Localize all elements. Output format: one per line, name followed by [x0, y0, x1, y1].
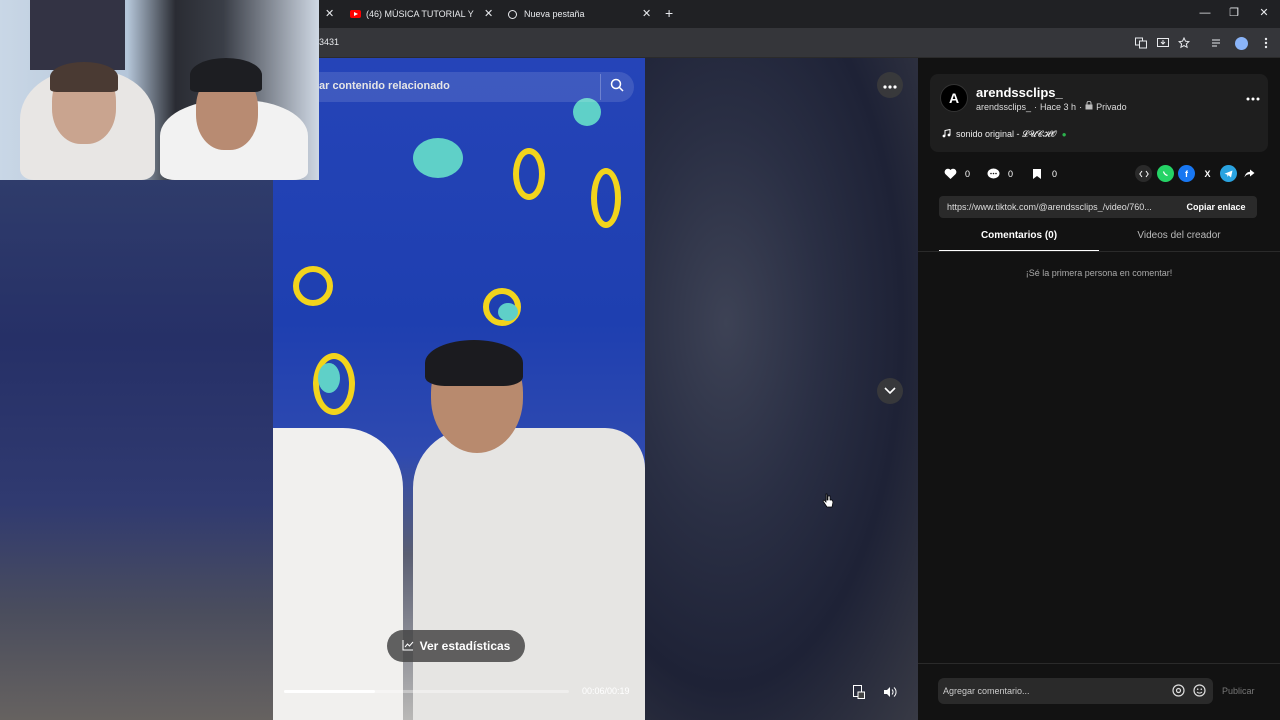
mouse-cursor-icon: [822, 493, 834, 513]
details-panel: A arendssclips_ arendssclips_ · Hace 3 h…: [918, 58, 1280, 720]
translate-icon[interactable]: [1133, 35, 1149, 51]
comment-placeholder: Agregar comentario...: [943, 686, 1030, 696]
video-more-button[interactable]: [877, 72, 903, 98]
volume-icon[interactable]: [880, 682, 900, 702]
globe-icon: [508, 9, 517, 19]
youtube-icon: [350, 10, 361, 18]
post-time: Hace 3 h: [1040, 101, 1077, 112]
tab-comments[interactable]: Comentarios (0): [939, 230, 1099, 252]
progress-fill: [284, 690, 376, 693]
save-count: 0: [1052, 169, 1058, 179]
close-window-button[interactable]: ✕: [1254, 4, 1274, 22]
tab-new-tab[interactable]: Nueva pestaña ✕: [508, 3, 658, 25]
more-options-button[interactable]: [1246, 88, 1260, 104]
sound-link[interactable]: sonido original - 𝓛𝓤𝓒𝓗𝓞 ●: [942, 128, 1067, 140]
comment-count: 0: [1008, 169, 1014, 179]
reading-list-icon[interactable]: [1209, 35, 1225, 51]
mention-icon[interactable]: [1172, 684, 1185, 702]
creator-card: A arendssclips_ arendssclips_ · Hace 3 h…: [930, 74, 1268, 152]
chart-icon: [402, 639, 414, 654]
share-arrow-icon[interactable]: [1241, 165, 1258, 182]
browser-menu-icon[interactable]: [1258, 35, 1274, 51]
bookmark-star-icon[interactable]: [1176, 35, 1192, 51]
curtain-pattern: [513, 148, 545, 200]
publish-button[interactable]: Publicar: [1222, 686, 1255, 696]
curtain-pattern: [573, 98, 601, 126]
x-icon[interactable]: X: [1199, 165, 1216, 182]
tab-creator-videos[interactable]: Videos del creador: [1099, 230, 1259, 252]
pip-icon[interactable]: [849, 682, 869, 702]
bookmark-icon: [1029, 166, 1045, 182]
time-display: 00:06/00:19: [582, 686, 630, 696]
search-icon: [610, 78, 624, 97]
tab-label: (46) MÚSICA TUTORIAL YUYA S: [366, 9, 474, 19]
save-button[interactable]: 0: [1029, 166, 1057, 182]
creator-display-name[interactable]: arendssclips_: [976, 85, 1063, 100]
creator-meta: arendssclips_ · Hace 3 h · Privado: [976, 100, 1127, 112]
curtain-pattern: [293, 266, 333, 306]
avatar-letter: A: [948, 90, 960, 106]
search-input[interactable]: ar contenido relacionado: [319, 80, 450, 92]
video-link-box: https://www.tiktok.com/@arendssclips_/vi…: [939, 196, 1257, 218]
empty-comments-message: ¡Sé la primera persona en comentar!: [1025, 268, 1173, 278]
divider: [918, 663, 1280, 664]
tab-close-button[interactable]: ✕: [325, 3, 334, 25]
person-left: [273, 428, 403, 720]
divider: [918, 251, 1280, 252]
person-cap: [425, 340, 523, 386]
copy-link-button[interactable]: Copiar enlace: [1175, 196, 1257, 218]
emoji-icon[interactable]: [1193, 684, 1206, 702]
embed-icon[interactable]: [1135, 165, 1152, 182]
comment-input[interactable]: Agregar comentario...: [938, 678, 1213, 704]
meta-separator: ·: [1034, 101, 1038, 112]
whatsapp-icon[interactable]: [1157, 165, 1174, 182]
comment-button[interactable]: 0: [985, 166, 1013, 182]
telegram-icon[interactable]: [1220, 165, 1237, 182]
video-player[interactable]: [273, 58, 645, 720]
curtain-pattern: [498, 303, 518, 321]
like-count: 0: [965, 169, 971, 179]
person-shirt: [413, 428, 645, 720]
curtain-pattern: [318, 363, 340, 393]
progress-bar[interactable]: [284, 690, 569, 693]
minimize-button[interactable]: —: [1195, 4, 1215, 22]
tab-youtube[interactable]: (46) MÚSICA TUTORIAL YUYA S ✕: [350, 3, 498, 25]
heart-icon: [942, 166, 958, 182]
restore-button[interactable]: ❐: [1224, 4, 1244, 22]
tab-label: Nueva pestaña: [524, 9, 585, 19]
blurred-background: [0, 178, 274, 720]
video-link-url[interactable]: https://www.tiktok.com/@arendssclips_/vi…: [947, 202, 1173, 212]
shelf: [30, 0, 125, 70]
next-video-button[interactable]: [877, 378, 903, 404]
view-stats-label: Ver estadísticas: [419, 639, 511, 653]
new-tab-button[interactable]: +: [665, 5, 673, 21]
facebook-icon[interactable]: f: [1178, 165, 1195, 182]
webcam-hair-left: [50, 62, 118, 92]
profile-avatar[interactable]: [1233, 35, 1249, 51]
tab-close-button[interactable]: ✕: [484, 3, 493, 25]
clover-icon: ●: [1061, 130, 1067, 139]
curtain-pattern: [591, 168, 621, 228]
more-icon: [883, 76, 897, 94]
view-stats-button[interactable]: Ver estadísticas: [387, 630, 525, 662]
privacy-label: Privado: [1096, 101, 1127, 112]
webcam-overlay: [0, 0, 319, 180]
url-field[interactable]: 3431: [319, 37, 339, 47]
sound-label: sonido original - 𝓛𝓤𝓒𝓗𝓞: [956, 129, 1057, 139]
tab-close-button[interactable]: ✕: [642, 3, 651, 25]
music-note-icon: [942, 128, 951, 140]
like-button[interactable]: 0: [942, 166, 970, 182]
lock-icon: [1085, 100, 1093, 112]
install-app-icon[interactable]: [1155, 35, 1171, 51]
search-button[interactable]: [600, 74, 632, 100]
webcam-cap-right: [190, 58, 262, 92]
creator-username: arendssclips_: [976, 101, 1032, 112]
avatar[interactable]: A: [940, 84, 968, 112]
comment-icon: [985, 166, 1001, 182]
meta-separator: ·: [1079, 101, 1083, 112]
chevron-down-icon: [884, 382, 896, 400]
curtain-pattern: [413, 138, 463, 178]
